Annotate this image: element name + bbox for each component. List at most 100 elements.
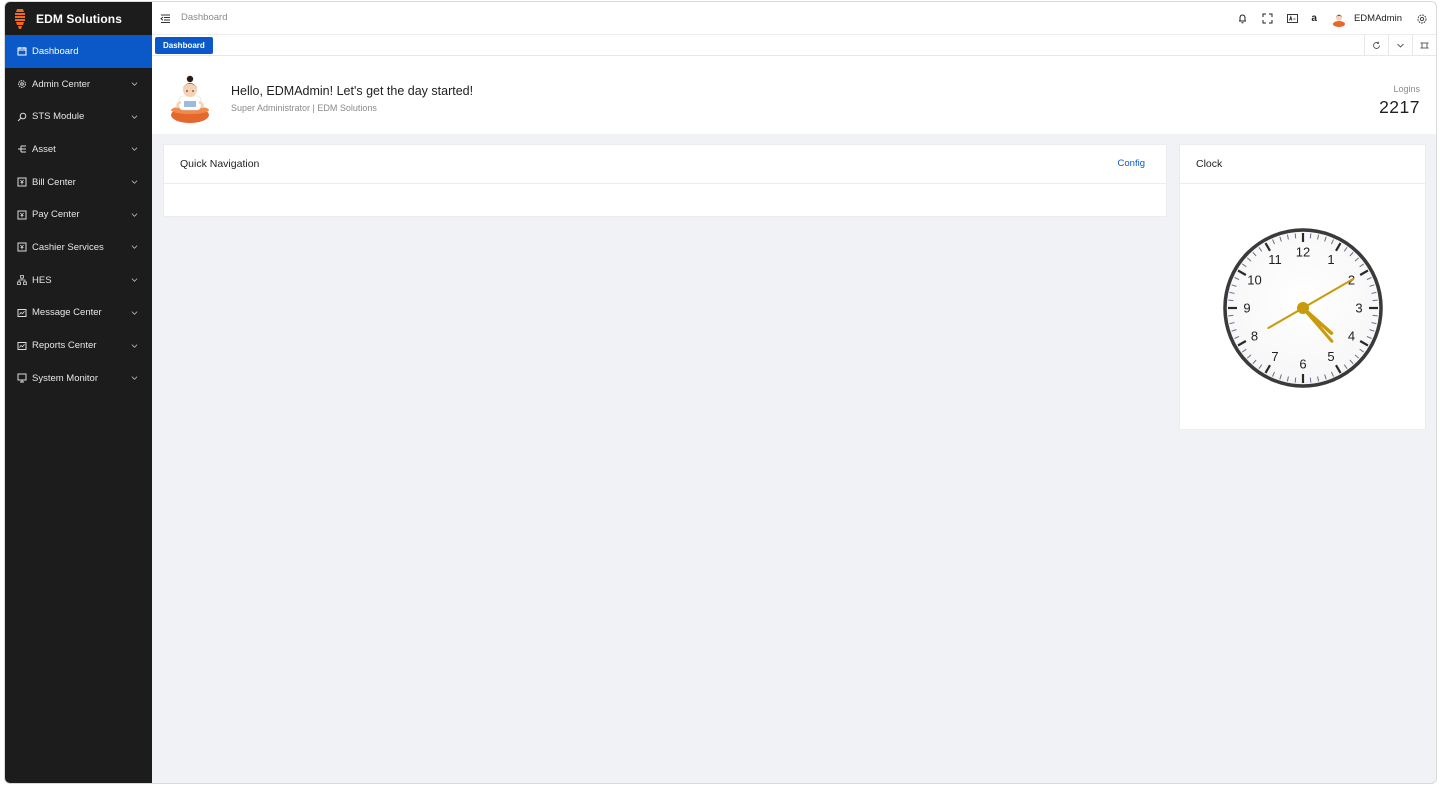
clock-minute-tick bbox=[1309, 233, 1312, 239]
sidebar-item-system-monitor[interactable]: System Monitor bbox=[5, 362, 152, 395]
menu-fold-icon[interactable] bbox=[160, 13, 171, 24]
sidebar-item-admin-center[interactable]: Admin Center bbox=[5, 68, 152, 101]
clock-minute-tick bbox=[1228, 299, 1234, 302]
welcome-greeting: Hello, EDMAdmin! Let's get the day start… bbox=[231, 84, 474, 98]
sidebar-item-label: Asset bbox=[32, 143, 56, 155]
sidebar-item-label: System Monitor bbox=[32, 372, 98, 384]
chart-icon bbox=[17, 341, 27, 351]
cashier-icon bbox=[17, 242, 27, 252]
search-key-icon bbox=[17, 112, 27, 122]
clock-minute-tick bbox=[1309, 377, 1312, 383]
sidebar-item-label: Reports Center bbox=[32, 340, 97, 352]
bell-icon[interactable] bbox=[1236, 13, 1248, 25]
tab-tools bbox=[1364, 35, 1436, 55]
brand-name: EDM Solutions bbox=[36, 11, 122, 26]
welcome-avatar bbox=[171, 75, 209, 123]
quick-navigation-card: Quick Navigation Config bbox=[163, 144, 1167, 217]
sidebar-item-sts-module[interactable]: STS Module bbox=[5, 100, 152, 133]
sidebar-item-label: Cashier Services bbox=[32, 241, 104, 253]
maximize-icon bbox=[1420, 42, 1429, 48]
calendar-icon bbox=[17, 46, 27, 56]
chevron-down-icon bbox=[131, 180, 138, 184]
tabs-bar: Dashboard bbox=[152, 35, 1436, 56]
clock-number: 11 bbox=[1268, 252, 1282, 267]
sidebar-item-message-center[interactable]: Message Center bbox=[5, 297, 152, 330]
clock-number: 9 bbox=[1243, 301, 1250, 316]
font-size-icon[interactable] bbox=[1286, 13, 1298, 25]
brand-logo-icon bbox=[15, 8, 25, 29]
tab-dropdown-button[interactable] bbox=[1388, 35, 1412, 55]
brand[interactable]: EDM Solutions bbox=[5, 2, 152, 35]
username[interactable]: EDMAdmin bbox=[1354, 13, 1402, 24]
chevron-down-icon bbox=[131, 245, 138, 250]
sidebar-menu: Dashboard Admin Center STS Module Asset … bbox=[5, 35, 152, 395]
card-header: Quick Navigation Config bbox=[164, 145, 1166, 184]
clock-number: 12 bbox=[1296, 245, 1310, 260]
sidebar-item-asset[interactable]: Asset bbox=[5, 133, 152, 166]
clock-number: 3 bbox=[1355, 301, 1362, 316]
analog-clock: 121234567891011 bbox=[1223, 228, 1383, 388]
clock-minute-tick bbox=[1228, 314, 1234, 317]
refresh-icon bbox=[1373, 41, 1380, 49]
sidebar-item-dashboard[interactable]: Dashboard bbox=[5, 35, 152, 68]
chevron-down-icon bbox=[131, 376, 138, 381]
settings-gear-icon[interactable] bbox=[1416, 13, 1428, 25]
sidebar-item-label: HES bbox=[32, 274, 52, 286]
chevron-down-icon bbox=[131, 213, 138, 217]
sidebar-item-pay-center[interactable]: Pay Center bbox=[5, 198, 152, 231]
sidebar-item-label: Dashboard bbox=[32, 45, 79, 57]
bill-icon bbox=[17, 177, 27, 187]
sidebar-item-label: Admin Center bbox=[32, 78, 91, 90]
sidebar-item-bill-center[interactable]: Bill Center bbox=[5, 166, 152, 199]
pay-icon bbox=[17, 210, 27, 220]
clock-card: Clock 121234567891011 bbox=[1179, 144, 1426, 430]
logins-label: Logins bbox=[1393, 84, 1420, 94]
breadcrumb[interactable]: Dashboard bbox=[181, 12, 227, 23]
clock-number: 10 bbox=[1247, 273, 1261, 288]
tab-dashboard[interactable]: Dashboard bbox=[155, 37, 213, 54]
clock-minute-tick bbox=[1372, 299, 1378, 302]
sidebar-item-label: Bill Center bbox=[32, 176, 76, 188]
avatar[interactable] bbox=[1331, 11, 1347, 27]
clock-center-cap bbox=[1297, 302, 1309, 314]
clock-number: 5 bbox=[1327, 349, 1334, 364]
chevron-down-icon bbox=[131, 278, 138, 283]
sidebar-item-label: STS Module bbox=[32, 111, 85, 123]
welcome-subtitle: Super Administrator | EDM Solutions bbox=[231, 103, 377, 113]
message-icon bbox=[17, 308, 27, 318]
gear-icon bbox=[17, 79, 27, 89]
sidebar-item-hes[interactable]: HES bbox=[5, 264, 152, 297]
config-link[interactable]: Config bbox=[1118, 158, 1145, 169]
tree-icon bbox=[17, 144, 27, 154]
header-actions: a EDMAdmin bbox=[1236, 2, 1436, 35]
clock-minute-tick bbox=[1294, 233, 1297, 239]
refresh-tab-button[interactable] bbox=[1364, 35, 1388, 55]
card-title: Clock bbox=[1196, 158, 1223, 170]
clock-number: 8 bbox=[1251, 329, 1258, 344]
sidebar-item-label: Pay Center bbox=[32, 209, 80, 221]
sidebar-item-cashier-services[interactable]: Cashier Services bbox=[5, 231, 152, 264]
sidebar-item-label: Message Center bbox=[32, 307, 102, 319]
clock-minute-tick bbox=[1372, 314, 1378, 317]
sidebar-item-reports-center[interactable]: Reports Center bbox=[5, 329, 152, 362]
monitor-icon bbox=[17, 373, 27, 383]
chevron-down-icon bbox=[131, 343, 138, 348]
clock-number: 1 bbox=[1327, 252, 1334, 267]
fullscreen-icon[interactable] bbox=[1261, 13, 1273, 25]
card-header: Clock bbox=[1180, 145, 1425, 184]
tab-maximize-button[interactable] bbox=[1412, 35, 1436, 55]
chevron-down-icon bbox=[131, 147, 138, 152]
chevron-down-icon bbox=[131, 115, 138, 119]
chevron-down-icon bbox=[131, 82, 138, 86]
chevron-down-icon bbox=[1397, 43, 1404, 48]
card-title: Quick Navigation bbox=[180, 158, 260, 170]
amazon-icon[interactable]: a bbox=[1311, 13, 1317, 25]
top-header: Dashboard a EDMAdmin bbox=[152, 2, 1436, 35]
logins-value: 2217 bbox=[1379, 97, 1420, 117]
network-icon bbox=[17, 275, 27, 286]
app-window: EDM Solutions Dashboard Admin Center STS… bbox=[4, 1, 1437, 784]
sidebar: EDM Solutions Dashboard Admin Center STS… bbox=[5, 2, 152, 783]
clock-number: 7 bbox=[1271, 349, 1278, 364]
clock-number: 6 bbox=[1299, 357, 1306, 372]
clock-minute-tick bbox=[1294, 377, 1297, 383]
